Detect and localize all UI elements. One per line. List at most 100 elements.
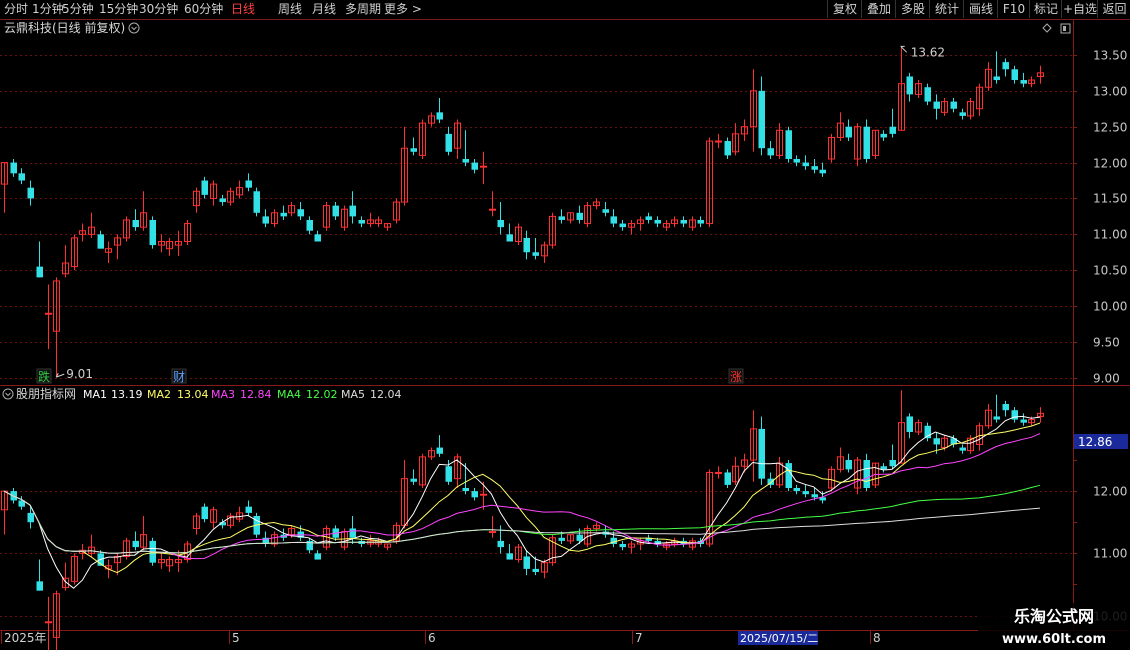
candle-body-down xyxy=(811,166,818,170)
price-axis-label: 11.00 xyxy=(1093,228,1127,242)
candle-body-down xyxy=(1020,80,1027,84)
low-price-label: 9.01 xyxy=(66,367,93,381)
candle-body-down xyxy=(18,173,25,181)
toolbar-button[interactable]: 复权 xyxy=(827,0,862,18)
period-tab[interactable]: 日线 xyxy=(231,1,255,18)
event-tag: 财 xyxy=(173,370,185,384)
candle-body-down xyxy=(332,205,339,217)
candle-body-down xyxy=(933,101,940,109)
candle-body-down xyxy=(445,466,452,482)
dropdown-icon[interactable] xyxy=(128,22,140,34)
period-toolbar: 分时 1分钟 5分钟 15分钟 30分钟 60分钟 日线 周线 月线 多周期 更多 > 复权 叠加 多股统… xyxy=(0,0,1130,20)
candle-body-down xyxy=(523,556,530,569)
period-tab[interactable]: 5分钟 xyxy=(62,1,94,18)
candle-body-down xyxy=(619,223,626,228)
period-tab[interactable]: 15分钟 xyxy=(99,1,138,18)
candle-body-down xyxy=(767,148,774,156)
high-price-label: 13.62 xyxy=(911,45,945,59)
candle-body-down xyxy=(802,491,809,495)
diamond-icon[interactable] xyxy=(1042,23,1052,33)
ma-label: MA5 xyxy=(341,388,365,401)
ma-value: 13.04 xyxy=(177,388,209,401)
toolbar-button[interactable]: F10 xyxy=(997,0,1030,18)
candle-body-down xyxy=(819,169,826,174)
sub-axis-label: 12.00 xyxy=(1093,485,1127,499)
candle-body-down xyxy=(471,162,478,170)
candle-body-down xyxy=(36,581,43,591)
ma-value: 12.02 xyxy=(306,388,338,401)
period-tab[interactable]: 更多 > xyxy=(384,1,422,18)
candle-body-down xyxy=(724,141,731,156)
toolbar-button[interactable]: 统计 xyxy=(929,0,964,18)
sub-axis-label: 11.00 xyxy=(1093,547,1127,561)
toolbar-button[interactable]: 标记 xyxy=(1029,0,1062,18)
ma-value: 12.84 xyxy=(240,388,272,401)
candle-body-down xyxy=(889,460,896,467)
candle-body-down xyxy=(149,219,156,246)
main-candles xyxy=(1,46,1044,378)
candle-body-down xyxy=(889,126,896,134)
candle-body-down xyxy=(793,158,800,163)
toolbar-button[interactable]: 画线 xyxy=(963,0,998,18)
candle-body-down xyxy=(532,252,539,256)
period-tab[interactable]: 1分钟 xyxy=(32,1,64,18)
period-tab[interactable]: 分时 xyxy=(4,1,28,18)
candle-body-down xyxy=(410,148,417,152)
candle-body-down xyxy=(253,191,260,213)
candle-body-down xyxy=(845,460,852,470)
candle-body-down xyxy=(724,472,731,485)
candle-body-down xyxy=(993,416,1000,420)
candle-body-down xyxy=(680,219,687,224)
period-tab[interactable]: 月线 xyxy=(312,1,336,18)
event-tag: 跌 xyxy=(38,369,50,384)
candle-body-down xyxy=(201,506,208,520)
candle-body-down xyxy=(497,540,504,548)
candle-body-down xyxy=(793,488,800,492)
candle-body-down xyxy=(410,478,417,482)
ma-value: 12.04 xyxy=(370,388,402,401)
sub-dropdown-icon[interactable] xyxy=(2,388,14,400)
price-axis-label: 12.00 xyxy=(1093,157,1127,171)
candle-body-up xyxy=(480,165,487,168)
candle-body-down xyxy=(532,568,539,572)
date-label: 6 xyxy=(428,631,436,645)
candle-body-down xyxy=(306,219,313,231)
toolbar-button[interactable]: +自选 xyxy=(1061,0,1098,18)
toolbar-button[interactable]: 叠加 xyxy=(861,0,896,18)
period-tab[interactable]: 60分钟 xyxy=(184,1,223,18)
candle-body-down xyxy=(558,537,565,541)
price-axis-label: 10.50 xyxy=(1093,264,1127,278)
candle-body-down xyxy=(1002,404,1009,411)
candle-body-down xyxy=(219,198,226,203)
candle-body-down xyxy=(523,237,530,253)
candle-body-down xyxy=(576,534,583,541)
candle-body-up xyxy=(715,140,722,143)
candle-body-down xyxy=(863,126,870,159)
candle-body-down xyxy=(802,162,809,167)
candle-body-down xyxy=(497,219,504,228)
toolbar-button[interactable]: 返回 xyxy=(1097,0,1130,18)
candle-body-down xyxy=(697,219,704,224)
ma-label: MA3 xyxy=(211,388,235,401)
date-label: 7 xyxy=(635,631,643,645)
candle-body-down xyxy=(785,463,792,488)
candle-body-down xyxy=(462,158,469,163)
candle-body-down xyxy=(610,216,617,224)
candle-body-down xyxy=(654,219,661,224)
chart-area: 13.50 13.00 12.50 12.00 11.50 11.00 10.50 10.00… xyxy=(0,19,1130,650)
candle-body-down xyxy=(462,488,469,492)
candle-body-up xyxy=(480,493,487,496)
period-tab[interactable]: 多周期 xyxy=(345,1,381,18)
candle-body-down xyxy=(811,494,818,498)
period-tab[interactable]: 周线 xyxy=(278,1,302,18)
candle-body-down xyxy=(619,544,626,548)
candle-body-down xyxy=(436,112,443,120)
candle-body-down xyxy=(880,466,887,470)
candle-body-down xyxy=(1002,62,1009,70)
candle-body-down xyxy=(314,234,321,242)
period-tab[interactable]: 30分钟 xyxy=(139,1,178,18)
price-axis-label: 11.50 xyxy=(1093,192,1127,206)
candle-body-down xyxy=(445,133,452,152)
toolbar-button[interactable]: 多股 xyxy=(895,0,930,18)
date-label: 5 xyxy=(232,631,240,645)
